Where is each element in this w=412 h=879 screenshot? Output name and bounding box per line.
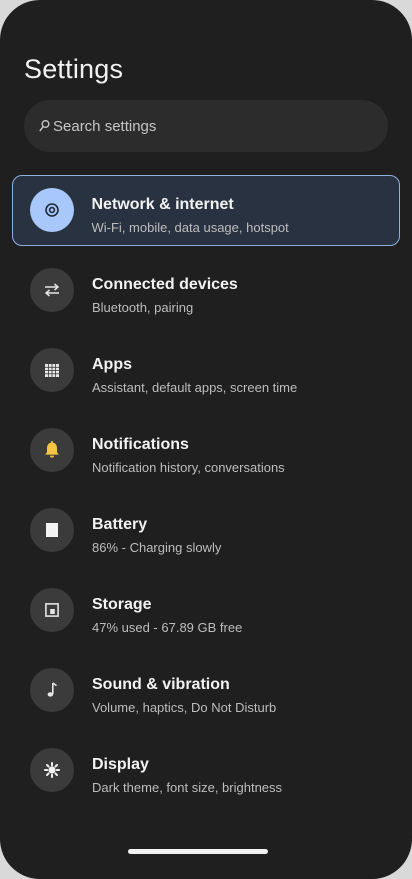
battery-icon [30,508,74,552]
page-title: Settings [24,54,124,84]
item-subtitle: Notification history, conversations [92,460,285,475]
item-subtitle: Assistant, default apps, screen time [92,380,298,395]
brightness-icon [30,748,74,792]
item-title: Connected devices [92,276,238,293]
item-subtitle: 47% used - 67.89 GB free [92,620,243,635]
item-title: Display [92,756,149,773]
search-placeholder: Search settings [53,117,157,135]
wifi-target-icon [29,187,74,232]
settings-item-battery[interactable]: Battery 86% - Charging slowly [12,495,400,566]
item-subtitle: Bluetooth, pairing [92,300,194,315]
item-title: Sound & vibration [92,676,230,693]
settings-item-network[interactable]: Network & internet Wi-Fi, mobile, data u… [12,175,400,246]
music-note-icon [30,668,74,712]
settings-item-apps[interactable]: Apps Assistant, default apps, screen tim… [12,335,400,406]
search-bar[interactable]: Search settings [24,100,388,152]
swap-arrows-icon [30,268,74,312]
settings-item-storage[interactable]: Storage 47% used - 67.89 GB free [12,575,400,646]
home-indicator[interactable] [128,849,268,854]
item-title: Apps [92,356,132,373]
item-subtitle: Volume, haptics, Do Not Disturb [92,700,277,715]
settings-item-sound[interactable]: Sound & vibration Volume, haptics, Do No… [12,655,400,726]
apps-grid-icon [30,348,74,392]
item-title: Network & internet [91,195,234,213]
search-icon [39,119,50,133]
item-subtitle: 86% - Charging slowly [92,540,222,555]
item-title: Battery [92,516,148,533]
bell-icon [30,428,74,472]
phone-screen: Settings Search settings Network & inter… [0,0,412,879]
settings-item-display[interactable]: Display Dark theme, font size, brightnes… [12,735,400,806]
item-title: Notifications [92,436,189,453]
settings-item-notifications[interactable]: Notifications Notification history, conv… [12,415,400,486]
settings-item-connected-devices[interactable]: Connected devices Bluetooth, pairing [12,255,400,326]
item-title: Storage [92,596,152,613]
storage-icon [30,588,74,632]
item-subtitle: Wi-Fi, mobile, data usage, hotspot [91,219,289,235]
settings-list: Network & internet Wi-Fi, mobile, data u… [12,175,400,815]
item-subtitle: Dark theme, font size, brightness [92,780,283,795]
